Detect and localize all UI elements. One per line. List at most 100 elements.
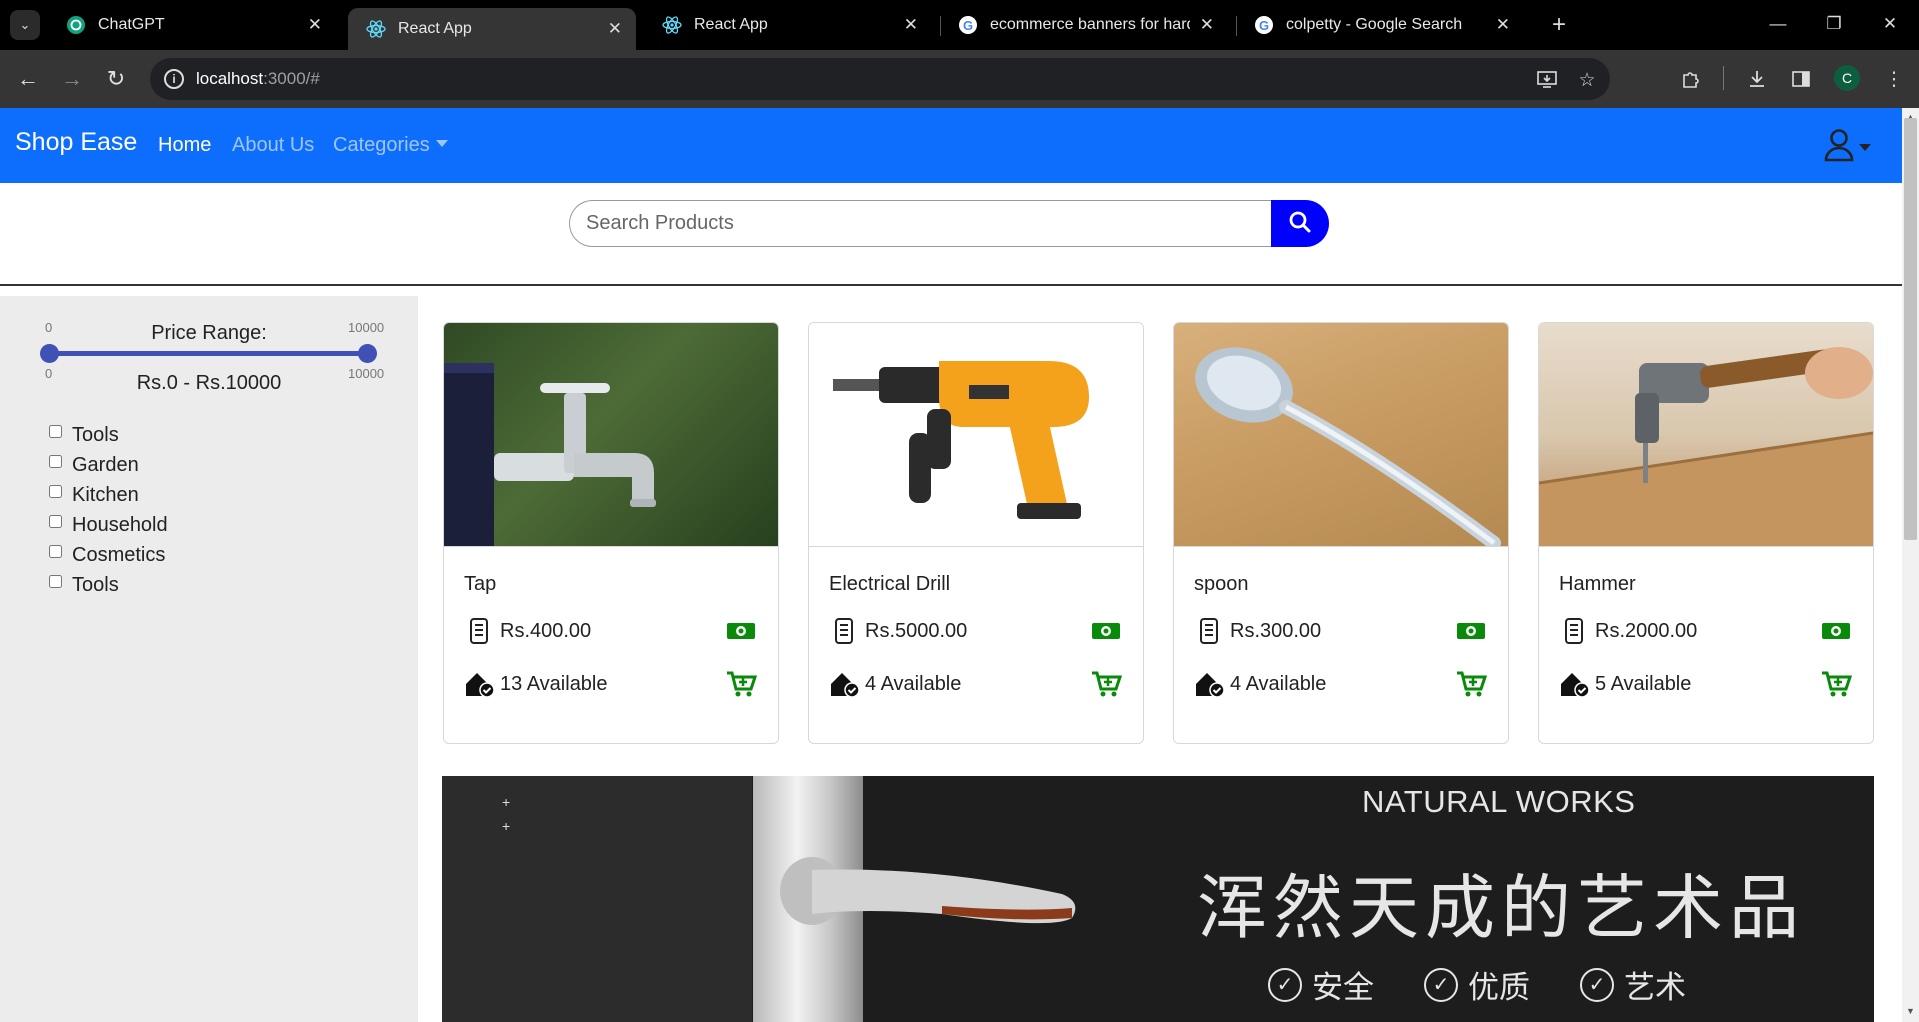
promo-banner[interactable]: + + NATURAL WORKS 浑然天成的艺术品 ✓ 安全 ✓ 优质 ✓ 艺术	[442, 776, 1874, 1022]
price-tag-icon	[829, 616, 859, 646]
category-checkbox[interactable]	[49, 454, 62, 468]
banner-bullet-list: + +	[502, 790, 510, 838]
category-checkbox[interactable]	[49, 484, 62, 498]
forward-arrow-icon[interactable]: →	[56, 63, 88, 95]
window-close-icon[interactable]: ✕	[1867, 8, 1913, 40]
category-option[interactable]: Tools	[49, 420, 168, 450]
bookmark-star-icon[interactable]: ☆	[1574, 67, 1600, 93]
slider-max-handle[interactable]	[358, 344, 377, 363]
product-stock: 4 Available	[1230, 672, 1327, 695]
category-label: Cosmetics	[72, 543, 166, 566]
page-scrollbar[interactable]: ▲ ▼	[1902, 108, 1919, 1022]
banner-feature: ✓ 安全	[1268, 962, 1374, 1007]
install-app-icon[interactable]	[1534, 67, 1560, 93]
category-option[interactable]: Garden	[49, 450, 168, 480]
product-card[interactable]: spoon Rs.300.00 4 Available	[1173, 322, 1509, 744]
close-icon[interactable]: ✕	[1496, 15, 1510, 35]
close-icon[interactable]: ✕	[308, 15, 322, 35]
url-text[interactable]: localhost:3000/#	[196, 69, 320, 89]
page-viewport: Shop Ease Home About Us Categories Price…	[0, 108, 1902, 1022]
scrollbar-thumb[interactable]	[1904, 118, 1917, 540]
category-option[interactable]: Tools	[49, 570, 168, 600]
add-to-cart-icon[interactable]	[724, 669, 758, 699]
back-arrow-icon[interactable]: ←	[12, 63, 44, 95]
browser-tab-colpetty-search[interactable]: G colpetty - Google Search ✕	[1236, 8, 1524, 42]
user-icon	[1823, 128, 1855, 167]
add-to-cart-icon[interactable]	[1089, 669, 1123, 699]
slider-min-label: 0	[45, 320, 53, 335]
category-option[interactable]: Household	[49, 510, 168, 540]
buy-now-money-icon[interactable]	[724, 616, 758, 646]
tab-title: React App	[694, 16, 768, 33]
nav-link-home[interactable]: Home	[158, 134, 211, 157]
category-checkbox[interactable]	[49, 544, 62, 558]
scroll-down-arrow-icon[interactable]: ▼	[1906, 1006, 1915, 1016]
extensions-puzzle-icon[interactable]	[1677, 65, 1705, 93]
site-info-icon[interactable]: i	[164, 69, 184, 89]
nav-link-about-us[interactable]: About Us	[232, 134, 314, 157]
banner-title-chinese: 浑然天成的艺术品	[1197, 867, 1805, 949]
product-image-electrical-drill[interactable]	[809, 323, 1143, 547]
product-stock-row: 4 Available	[1194, 669, 1488, 699]
product-image-hammer[interactable]	[1539, 323, 1873, 547]
user-menu-dropdown[interactable]	[1823, 128, 1871, 167]
search-button[interactable]	[1271, 200, 1329, 247]
price-range-slider[interactable]	[49, 351, 367, 356]
product-card[interactable]: Hammer Rs.2000.00 5 Available	[1538, 322, 1874, 744]
product-stock-row: 13 Available	[464, 669, 758, 699]
category-checkbox[interactable]	[49, 514, 62, 528]
new-tab-plus-icon[interactable]: +	[1544, 10, 1574, 40]
browser-tab-react-app[interactable]: React App ✕	[644, 8, 932, 42]
browser-tab-bar: ⌄ ChatGPT ✕ React App ✕ React App ✕ G ec…	[0, 0, 1919, 50]
address-bar[interactable]: i localhost:3000/# ☆	[150, 58, 1610, 100]
search-bar	[569, 200, 1329, 247]
browser-toolbar: ← → ↻ i localhost:3000/# ☆ ⋮	[0, 50, 1919, 108]
close-icon[interactable]: ✕	[608, 19, 622, 39]
slider-max-label: 10000	[348, 320, 385, 335]
product-image-tap[interactable]	[444, 323, 778, 547]
feature-label: 优质	[1468, 970, 1530, 1005]
product-card[interactable]: Tap Rs.400.00 13 Available	[443, 322, 779, 744]
category-checkbox[interactable]	[49, 574, 62, 588]
more-menu-icon[interactable]: ⋮	[1880, 65, 1908, 93]
reload-icon[interactable]: ↻	[100, 63, 132, 95]
browser-tab-chatgpt[interactable]: ChatGPT ✕	[48, 8, 336, 42]
category-checkbox[interactable]	[49, 424, 62, 438]
check-circle-icon: ✓	[1268, 967, 1302, 1002]
product-stock-row: 4 Available	[829, 669, 1123, 699]
minimize-icon[interactable]: —	[1755, 8, 1801, 40]
search-input[interactable]	[569, 200, 1272, 247]
banner-left-panel: + +	[442, 776, 752, 1022]
product-card[interactable]: Electrical Drill Rs.5000.00 4 Available	[808, 322, 1144, 744]
product-price-row: Rs.300.00	[1194, 616, 1488, 646]
close-icon[interactable]: ✕	[904, 15, 918, 35]
slider-min-handle[interactable]	[40, 344, 59, 363]
add-to-cart-icon[interactable]	[1819, 669, 1853, 699]
add-to-cart-icon[interactable]	[1454, 669, 1488, 699]
nav-categories-dropdown[interactable]: Categories	[333, 134, 448, 157]
side-panel-icon[interactable]	[1787, 65, 1815, 93]
product-image-spoon[interactable]	[1174, 323, 1508, 547]
buy-now-money-icon[interactable]	[1454, 616, 1488, 646]
check-circle-icon: ✓	[1580, 967, 1614, 1002]
caret-down-icon	[1859, 144, 1871, 151]
tab-search-chevron-icon[interactable]: ⌄	[10, 10, 40, 40]
toolbar-separator	[1723, 66, 1724, 90]
brand-logo-text[interactable]: Shop Ease	[15, 128, 137, 157]
category-option[interactable]: Cosmetics	[49, 540, 168, 570]
buy-now-money-icon[interactable]	[1819, 616, 1853, 646]
svg-text:G: G	[1259, 18, 1269, 33]
category-option[interactable]: Kitchen	[49, 480, 168, 510]
filter-sidebar: Price Range: 0 10000 0 10000 Rs.0 - Rs.1…	[0, 296, 418, 1022]
close-icon[interactable]: ✕	[1200, 15, 1214, 35]
browser-tab-react-app-active[interactable]: React App ✕	[348, 8, 636, 50]
product-price-row: Rs.2000.00	[1559, 616, 1853, 646]
restore-icon[interactable]: ❐	[1811, 8, 1857, 40]
download-icon[interactable]	[1743, 65, 1771, 93]
browser-tab-ecommerce-banners[interactable]: G ecommerce banners for hardwa ✕	[940, 8, 1228, 42]
nav-link-categories: Categories	[333, 134, 430, 156]
product-name: spoon	[1194, 573, 1249, 595]
profile-avatar[interactable]: C	[1834, 65, 1860, 91]
category-label: Kitchen	[72, 483, 139, 506]
buy-now-money-icon[interactable]	[1089, 616, 1123, 646]
